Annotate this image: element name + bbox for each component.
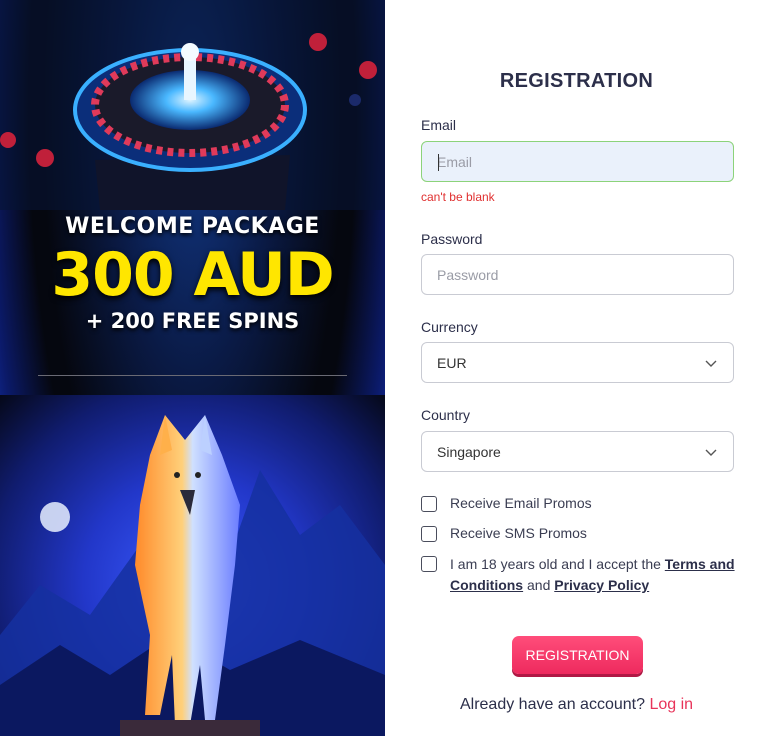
promo-headline: WELCOME PACKAGE	[65, 214, 320, 239]
terms-option: I am 18 years old and I accept the Terms…	[421, 554, 740, 596]
email-input[interactable]	[422, 142, 733, 181]
terms-text: I am 18 years old and I accept the Terms…	[450, 554, 740, 596]
registration-panel: REGISTRATION Email can't be blank Passwo…	[385, 0, 768, 736]
country-label: Country	[421, 407, 471, 423]
sms-promos-checkbox[interactable]	[421, 526, 437, 542]
chevron-down-icon	[705, 360, 717, 367]
promo-amount: 300 AUD	[51, 240, 334, 310]
registration-button[interactable]: REGISTRATION	[512, 636, 643, 674]
login-prompt: Already have an account? Log in	[385, 696, 768, 714]
wolf-image	[0, 415, 385, 736]
country-value: Singapore	[437, 443, 501, 460]
text-caret	[438, 154, 439, 171]
sms-promos-label: Receive SMS Promos	[450, 525, 587, 541]
password-input[interactable]	[422, 255, 733, 294]
terms-and: and	[523, 577, 555, 593]
promo-text: WELCOME PACKAGE 300 AUD + 200 FREE SPINS	[0, 214, 385, 333]
email-error: can't be blank	[421, 190, 495, 204]
login-prompt-text: Already have an account?	[459, 696, 650, 713]
email-field-wrapper	[421, 141, 734, 182]
promo-spins: + 200 FREE SPINS	[85, 309, 300, 333]
currency-select[interactable]: EUR	[421, 342, 734, 383]
chevron-down-icon	[705, 449, 717, 456]
terms-prefix: I am 18 years old and I accept the	[450, 556, 665, 572]
login-link[interactable]: Log in	[649, 696, 693, 713]
country-select[interactable]: Singapore	[421, 431, 734, 472]
form-title: REGISTRATION	[499, 70, 654, 92]
privacy-link[interactable]: Privacy Policy	[554, 577, 649, 593]
terms-checkbox[interactable]	[421, 556, 437, 572]
promo-panel: WELCOME PACKAGE 300 AUD + 200 FREE SPINS	[0, 0, 385, 736]
email-promos-label: Receive Email Promos	[450, 495, 592, 511]
email-label: Email	[421, 117, 457, 133]
currency-label: Currency	[421, 319, 478, 335]
roulette-wheel-image	[0, 0, 385, 210]
sms-promos-option: Receive SMS Promos	[421, 525, 587, 542]
currency-value: EUR	[437, 354, 467, 371]
email-promos-option: Receive Email Promos	[421, 495, 592, 512]
password-label: Password	[421, 231, 483, 247]
promo-divider	[38, 375, 347, 376]
password-field-wrapper	[421, 254, 734, 295]
email-promos-checkbox[interactable]	[421, 496, 437, 512]
